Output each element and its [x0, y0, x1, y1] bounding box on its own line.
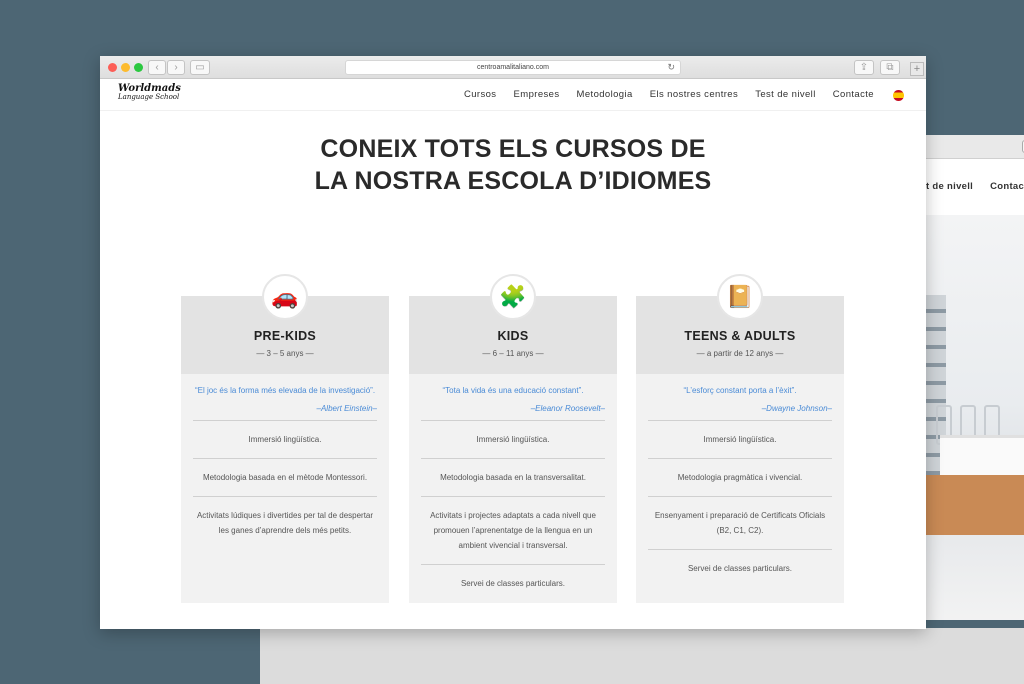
- close-window-button[interactable]: [108, 63, 117, 72]
- logo-sub: Language School: [118, 93, 180, 101]
- divider: [421, 496, 605, 497]
- divider: [648, 420, 832, 421]
- tabs-icon[interactable]: ⧉: [880, 60, 900, 75]
- page-title: CONEIX TOTS ELS CURSOS DE LA NOSTRA ESCO…: [100, 133, 926, 197]
- card-title: TEENS & ADULTS: [684, 329, 796, 343]
- background-floor: [260, 628, 1024, 684]
- card-quote: “El joc és la forma més elevada de la in…: [194, 386, 376, 395]
- card-feature: Ensenyament i preparació de Certificats …: [654, 511, 826, 535]
- card-feature: Servei de classes particulars.: [687, 564, 793, 573]
- main-menu: Cursos Empreses Metodologia Els nostres …: [450, 89, 874, 100]
- menu-item-metodologia[interactable]: Metodologia: [577, 89, 633, 100]
- card-author: –Albert Einstein–: [316, 404, 377, 413]
- maximize-window-button[interactable]: [134, 63, 143, 72]
- card-feature: Activitats lúdiques i divertides per tal…: [196, 511, 374, 535]
- page-title-line: CONEIX TOTS ELS CURSOS DE: [320, 135, 706, 163]
- card-age: — 3 – 5 anys —: [256, 349, 314, 358]
- card-body: “Tota la vida és una educació constant”.…: [409, 374, 617, 595]
- card-header: 🧩 KIDS — 6 – 11 anys —: [409, 274, 617, 374]
- card-feature: Immersió lingüística.: [248, 435, 322, 444]
- card-feature: Metodologia basada en el mètode Montesso…: [202, 473, 368, 482]
- spanish-flag-icon[interactable]: [893, 90, 904, 101]
- menu-item-cursos[interactable]: Cursos: [464, 89, 497, 100]
- card-feature: Metodologia basada en la transversalitat…: [440, 473, 586, 482]
- course-card-pre-kids: 🚗 PRE-KIDS — 3 – 5 anys — “El joc és la …: [181, 274, 389, 603]
- divider: [421, 420, 605, 421]
- toy-car-icon: 🚗: [262, 274, 308, 320]
- card-author: –Dwayne Johnson–: [761, 404, 832, 413]
- card-title: KIDS: [497, 329, 529, 343]
- menu-item-contacte[interactable]: Contacte: [833, 89, 874, 100]
- course-card-kids: 🧩 KIDS — 6 – 11 anys — “Tota la vida és …: [409, 274, 617, 603]
- divider: [648, 549, 832, 550]
- card-body: “L’esforç constant porta a l’èxit”. –Dwa…: [636, 374, 844, 580]
- card-feature: Metodologia pragmàtica i vivencial.: [677, 473, 803, 482]
- url-text: centroamalitaliano.com: [477, 64, 549, 71]
- notebook-icon: 📔: [717, 274, 763, 320]
- divider: [193, 458, 377, 459]
- menu-item-empreses[interactable]: Empreses: [514, 89, 560, 100]
- card-header: 🚗 PRE-KIDS — 3 – 5 anys —: [181, 274, 389, 374]
- card-quote: “Tota la vida és una educació constant”.: [442, 386, 584, 395]
- forward-icon[interactable]: ›: [167, 60, 185, 75]
- logo[interactable]: Worldmads Language School: [118, 84, 181, 102]
- card-age: — a partir de 12 anys —: [696, 349, 784, 358]
- divider: [421, 564, 605, 565]
- background-nav: t de nivell Contac: [926, 181, 1024, 192]
- card-body: “El joc és la forma més elevada de la in…: [181, 374, 389, 542]
- minimize-window-button[interactable]: [121, 63, 130, 72]
- address-bar[interactable]: centroamalitaliano.com ↻: [345, 60, 681, 75]
- divider: [421, 458, 605, 459]
- divider: [648, 458, 832, 459]
- site-header: Worldmads Language School Cursos Emprese…: [100, 79, 926, 111]
- menu-item-test[interactable]: Test de nivell: [755, 89, 816, 100]
- table: [940, 435, 1024, 475]
- card-header: 📔 TEENS & ADULTS — a partir de 12 anys —: [636, 274, 844, 374]
- menu-item-centres[interactable]: Els nostres centres: [650, 89, 738, 100]
- divider: [648, 496, 832, 497]
- card-age: — 6 – 11 anys —: [482, 349, 544, 358]
- reload-icon[interactable]: ↻: [667, 61, 675, 74]
- card-quote: “L’esforç constant porta a l’èxit”.: [683, 386, 797, 395]
- card-feature: Immersió lingüística.: [476, 435, 550, 444]
- back-icon[interactable]: ‹: [148, 60, 166, 75]
- puzzle-icon: 🧩: [490, 274, 536, 320]
- divider: [193, 496, 377, 497]
- sidebar-icon[interactable]: ▭: [190, 60, 210, 75]
- new-tab-icon[interactable]: +: [910, 62, 924, 76]
- share-icon[interactable]: ⇪: [854, 60, 874, 75]
- card-feature: Servei de classes particulars.: [460, 579, 566, 588]
- card-feature: Immersió lingüística.: [703, 435, 777, 444]
- browser-window: ‹ › ▭ centroamalitaliano.com ↻ ⇪ ⧉ + Wor…: [100, 56, 926, 629]
- course-card-teens-adults: 📔 TEENS & ADULTS — a partir de 12 anys —…: [636, 274, 844, 603]
- page-title-line: LA NOSTRA ESCOLA D’IDIOMES: [314, 167, 712, 195]
- divider: [193, 420, 377, 421]
- background-nav-item: t de nivell: [926, 181, 974, 192]
- card-author: –Eleanor Roosevelt–: [530, 404, 605, 413]
- card-title: PRE-KIDS: [253, 329, 317, 343]
- background-nav-item: Contac: [990, 181, 1024, 192]
- card-feature: Activitats i projectes adaptats a cada n…: [430, 511, 596, 550]
- browser-chrome: ‹ › ▭ centroamalitaliano.com ↻ ⇪ ⧉ +: [100, 56, 926, 79]
